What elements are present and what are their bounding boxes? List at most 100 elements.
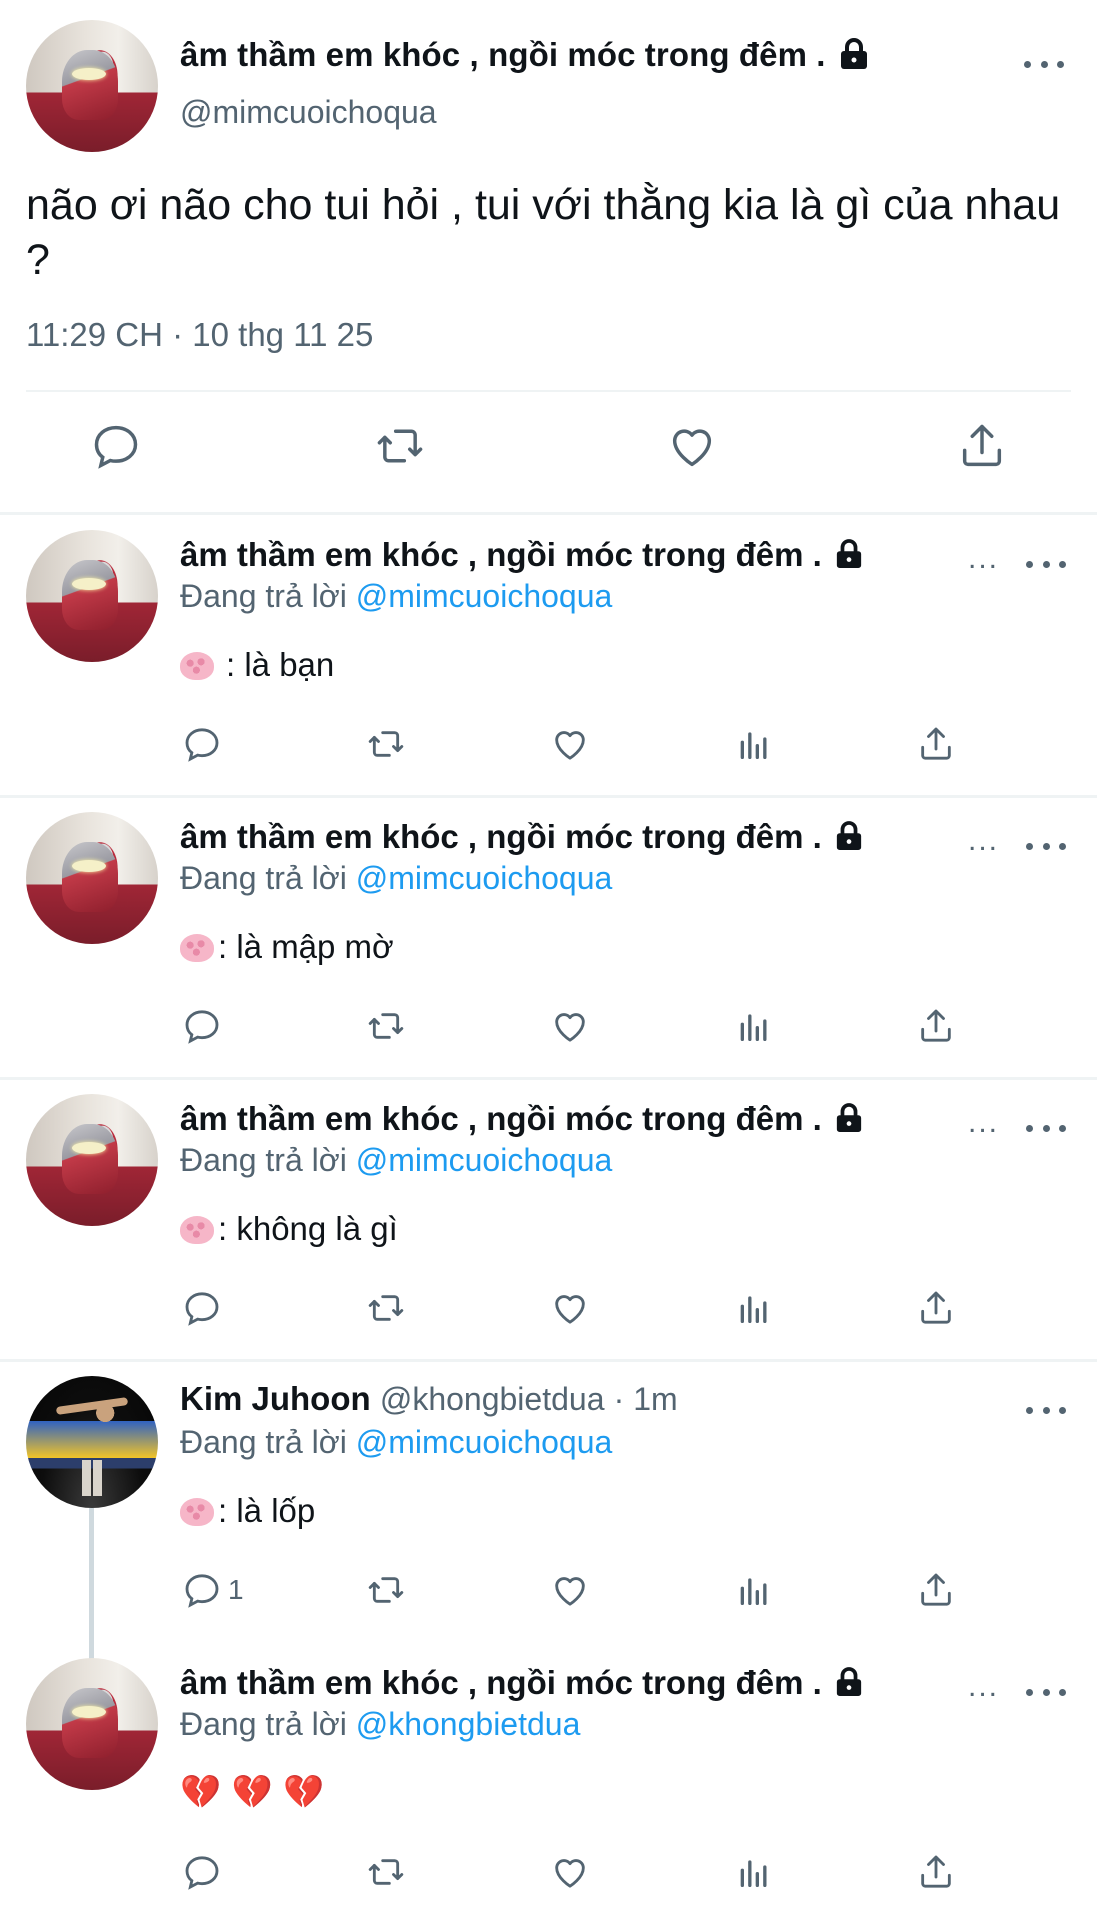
replying-to: Đang trả lời @mimcuoichoqua	[180, 1142, 612, 1179]
divider	[0, 512, 1097, 515]
avatar[interactable]	[26, 1376, 158, 1508]
mention-link[interactable]: @mimcuoichoqua	[356, 1142, 613, 1178]
tweet-text: : là bạn	[180, 646, 334, 684]
timestamp[interactable]: · 1m	[614, 1381, 678, 1417]
more-icon[interactable]	[1026, 836, 1066, 856]
views-icon[interactable]	[734, 1286, 774, 1330]
reply-tweet[interactable]: âm thầm em khóc , ngồi móc trong đêm . .…	[0, 516, 1097, 798]
share-icon[interactable]	[956, 420, 1008, 472]
like-icon[interactable]	[666, 420, 718, 472]
reply-tweet[interactable]: âm thầm em khóc , ngồi móc trong đêm . .…	[0, 1080, 1097, 1362]
lock-icon	[835, 539, 863, 577]
handle[interactable]: @khongbietdua	[380, 1381, 605, 1417]
brain-emoji	[180, 934, 214, 962]
reply-icon	[182, 1570, 222, 1610]
share-icon[interactable]	[916, 1286, 956, 1330]
truncation-ellipsis: ...	[968, 542, 1000, 575]
reply-tweet[interactable]: âm thầm em khóc , ngồi móc trong đêm . .…	[0, 798, 1097, 1080]
brain-emoji	[180, 652, 214, 680]
retweet-icon[interactable]	[366, 722, 406, 766]
mention-link[interactable]: @khongbietdua	[356, 1706, 581, 1742]
retweet-icon[interactable]	[366, 1568, 406, 1612]
display-name-text: âm thầm em khóc , ngồi móc trong đêm .	[180, 1100, 822, 1137]
like-icon[interactable]	[550, 1568, 590, 1612]
tweet-text-content: : là lốp	[218, 1492, 316, 1529]
replying-label: Đang trả lời	[180, 860, 347, 896]
views-icon[interactable]	[734, 1850, 774, 1894]
display-name[interactable]: âm thầm em khóc , ngồi móc trong đêm .	[180, 1100, 863, 1141]
more-icon[interactable]	[1024, 54, 1064, 74]
avatar[interactable]	[26, 530, 158, 662]
action-bar	[0, 722, 1097, 766]
display-name[interactable]: âm thầm em khóc , ngồi móc trong đêm .	[180, 536, 863, 577]
views-icon[interactable]	[734, 1004, 774, 1048]
display-name[interactable]: âm thầm em khóc , ngồi móc trong đêm .	[180, 818, 863, 859]
more-icon[interactable]	[1026, 1682, 1066, 1702]
avatar[interactable]	[26, 1658, 158, 1790]
action-bar	[0, 1286, 1097, 1330]
tweet-text: não ơi não cho tui hỏi , tui với thằng k…	[26, 181, 1061, 284]
avatar[interactable]	[26, 1094, 158, 1226]
replying-to: Đang trả lời @khongbietdua	[180, 1706, 580, 1743]
more-icon[interactable]	[1026, 1118, 1066, 1138]
reply-icon[interactable]	[90, 420, 142, 472]
tweet-text: : là mập mờ	[180, 928, 394, 966]
reply-tweet[interactable]: Kim Juhoon @khongbietdua · 1m Đang trả l…	[0, 1362, 1097, 1652]
main-tweet: âm thầm em khóc , ngồi móc trong đêm . @…	[0, 0, 1097, 514]
share-icon[interactable]	[916, 1568, 956, 1612]
share-icon[interactable]	[916, 1850, 956, 1894]
retweet-icon[interactable]	[374, 420, 426, 472]
display-name-text: âm thầm em khóc , ngồi móc trong đêm .	[180, 536, 822, 573]
brain-emoji	[180, 1216, 214, 1244]
tweet-text: 💔 💔 💔	[180, 1772, 324, 1812]
views-icon[interactable]	[734, 722, 774, 766]
tweet-text: : là lốp	[180, 1492, 315, 1530]
broken-heart-emoji: 💔 💔 💔	[180, 1772, 325, 1811]
like-icon[interactable]	[550, 722, 590, 766]
more-icon[interactable]	[1026, 1400, 1066, 1420]
display-name[interactable]: Kim Juhoon @khongbietdua · 1m	[180, 1380, 678, 1418]
avatar[interactable]	[26, 812, 158, 944]
display-name-text: âm thầm em khóc , ngồi móc trong đêm .	[180, 1664, 822, 1701]
retweet-icon[interactable]	[366, 1004, 406, 1048]
tweet-text-content: : là bạn	[226, 646, 335, 683]
more-icon[interactable]	[1026, 554, 1066, 574]
tweet-text-content: : không là gì	[218, 1210, 398, 1247]
views-icon[interactable]	[734, 1568, 774, 1612]
tweet-thread-page: âm thầm em khóc , ngồi móc trong đêm . @…	[0, 0, 1097, 1920]
display-name-text: âm thầm em khóc , ngồi móc trong đêm .	[180, 36, 826, 73]
handle[interactable]: @mimcuoichoqua	[180, 94, 437, 131]
reply-icon[interactable]	[182, 722, 222, 766]
reply-count: 1	[228, 1574, 244, 1605]
brain-emoji	[180, 1498, 214, 1526]
share-icon[interactable]	[916, 1004, 956, 1048]
reply-button[interactable]: 1	[182, 1568, 244, 1612]
like-icon[interactable]	[550, 1286, 590, 1330]
replying-label: Đang trả lời	[180, 1706, 347, 1742]
reply-icon[interactable]	[182, 1850, 222, 1894]
replying-label: Đang trả lời	[180, 1142, 347, 1178]
display-name[interactable]: âm thầm em khóc , ngồi móc trong đêm .	[180, 36, 869, 78]
reply-tweet[interactable]: âm thầm em khóc , ngồi móc trong đêm . .…	[0, 1644, 1097, 1920]
tweet-text-content: : là mập mờ	[218, 928, 394, 965]
mention-link[interactable]: @mimcuoichoqua	[356, 1424, 613, 1460]
reply-icon[interactable]	[182, 1286, 222, 1330]
mention-link[interactable]: @mimcuoichoqua	[356, 578, 613, 614]
reply-icon[interactable]	[182, 1004, 222, 1048]
like-icon[interactable]	[550, 1850, 590, 1894]
divider	[26, 390, 1071, 392]
replying-to: Đang trả lời @mimcuoichoqua	[180, 578, 612, 615]
share-icon[interactable]	[916, 722, 956, 766]
display-name[interactable]: âm thầm em khóc , ngồi móc trong đêm .	[180, 1664, 863, 1705]
timestamp[interactable]: 11:29 CH · 10 thg 11 25	[26, 316, 373, 354]
retweet-icon[interactable]	[366, 1286, 406, 1330]
avatar[interactable]	[26, 20, 158, 152]
tweet-text: : không là gì	[180, 1210, 398, 1248]
display-name-text: Kim Juhoon	[180, 1380, 371, 1417]
retweet-icon[interactable]	[366, 1850, 406, 1894]
mention-link[interactable]: @mimcuoichoqua	[356, 860, 613, 896]
action-bar	[0, 420, 1097, 484]
replying-to: Đang trả lời @mimcuoichoqua	[180, 860, 612, 897]
like-icon[interactable]	[550, 1004, 590, 1048]
replying-label: Đang trả lời	[180, 1424, 347, 1460]
